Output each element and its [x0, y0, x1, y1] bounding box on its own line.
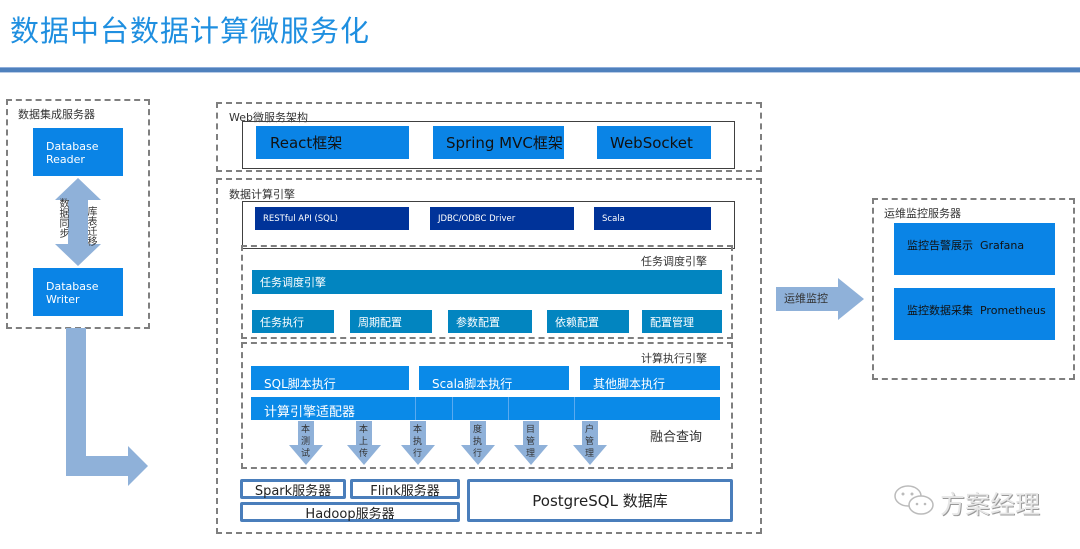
restful-api-box[interactable]: RESTful API (SQL) [255, 207, 409, 230]
grafana-box[interactable]: 监控告警展示 Grafana [894, 223, 1055, 275]
scala-script-box[interactable]: Scala脚本执行 [419, 366, 569, 390]
scheduler-bar-label: 任务调度引擎 [260, 276, 326, 289]
flink-server-label: Flink服务器 [370, 483, 440, 499]
adapter-divider [574, 397, 575, 420]
database-writer-label: Database Writer [46, 280, 99, 306]
integration-server-title: 数据集成服务器 [18, 108, 95, 121]
spark-server-label: Spark服务器 [254, 483, 332, 499]
scheduler-item-config-management[interactable]: 配置管理 [642, 310, 722, 333]
down-arrow: 户管理 [573, 421, 607, 465]
database-reader-label: Database Reader [46, 140, 99, 166]
database-reader-box[interactable]: Database Reader [33, 128, 123, 176]
scala-script-label: Scala脚本执行 [432, 377, 513, 390]
spring-mvc-label: Spring MVC框架 [446, 134, 563, 152]
migration-label: 库表迁移 [85, 206, 96, 246]
scala-api-label: Scala [602, 213, 625, 224]
down-arrow-label: 本测试 [301, 425, 311, 459]
down-arrow-label: 度执行 [473, 425, 483, 459]
down-arrow: 度执行 [461, 421, 495, 465]
down-arrow-label: 目管理 [526, 425, 536, 459]
compute-engine-title: 数据计算引擎 [229, 188, 295, 201]
ops-monitor-arrow-label: 运维监控 [784, 292, 828, 305]
react-box[interactable]: React框架 [256, 126, 409, 159]
jdbc-driver-box[interactable]: JDBC/ODBC Driver [430, 207, 574, 230]
scheduler-item-dependency-config[interactable]: 依赖配置 [547, 310, 629, 333]
restful-api-label: RESTful API (SQL) [263, 213, 338, 224]
adapter-divider [508, 397, 509, 420]
down-arrow-label: 本执行 [413, 425, 423, 459]
jdbc-driver-label: JDBC/ODBC Driver [438, 213, 516, 224]
adapter-divider [452, 397, 453, 420]
postgresql-db-label: PostgreSQL 数据库 [532, 492, 668, 510]
flink-server-box[interactable]: Flink服务器 [350, 479, 460, 499]
sql-script-box[interactable]: SQL脚本执行 [251, 366, 409, 390]
fusion-query-label: 融合查询 [650, 430, 703, 445]
down-arrow-label: 户管理 [585, 425, 595, 459]
grafana-label: 监控告警展示 Grafana [907, 239, 1025, 252]
down-arrow: 本执行 [401, 421, 435, 465]
react-label: React框架 [270, 134, 343, 152]
down-arrow: 目管理 [514, 421, 548, 465]
down-arrow: 本测试 [289, 421, 323, 465]
other-script-box[interactable]: 其他脚本执行 [580, 366, 720, 390]
sql-script-label: SQL脚本执行 [264, 377, 336, 390]
ops-server-title: 运维监控服务器 [884, 207, 961, 220]
title-divider [0, 67, 1080, 73]
executor-title: 计算执行引擎 [641, 352, 707, 365]
page-title: 数据中台数据计算微服务化 [10, 14, 371, 48]
spark-server-box[interactable]: Spark服务器 [240, 479, 346, 499]
flow-elbow-arrow [66, 328, 148, 486]
other-script-label: 其他脚本执行 [593, 377, 666, 390]
scala-api-box[interactable]: Scala [594, 207, 711, 230]
postgresql-db-box[interactable]: PostgreSQL 数据库 [467, 479, 733, 522]
scheduler-item-label: 依赖配置 [555, 315, 599, 329]
hadoop-server-label: Hadoop服务器 [305, 506, 395, 522]
scheduler-item-task-execute[interactable]: 任务执行 [252, 310, 334, 333]
engine-adapter-label: 计算引擎适配器 [264, 405, 356, 420]
wechat-icon [894, 485, 934, 515]
scheduler-bar[interactable]: 任务调度引擎 [252, 270, 722, 294]
flow-arrow-shape [66, 328, 148, 486]
prometheus-box[interactable]: 监控数据采集 Prometheus [894, 288, 1055, 340]
sync-label: 数据同步 [57, 198, 68, 238]
scheduler-item-label: 周期配置 [358, 315, 402, 329]
adapter-divider [415, 397, 416, 420]
engine-adapter-bar[interactable]: 计算引擎适配器 [251, 397, 720, 420]
scheduler-item-param-config[interactable]: 参数配置 [448, 310, 532, 333]
database-writer-box[interactable]: Database Writer [33, 268, 123, 316]
spring-mvc-box[interactable]: Spring MVC框架 [433, 126, 564, 159]
websocket-box[interactable]: WebSocket [597, 126, 711, 159]
scheduler-item-cycle-config[interactable]: 周期配置 [350, 310, 432, 333]
down-arrow-label: 本上传 [359, 425, 369, 459]
scheduler-item-label: 参数配置 [456, 315, 500, 329]
scheduler-title: 任务调度引擎 [641, 255, 707, 268]
scheduler-item-label: 任务执行 [260, 315, 304, 329]
down-arrow: 本上传 [347, 421, 381, 465]
watermark-text: 方案经理 [940, 490, 1041, 519]
websocket-label: WebSocket [610, 133, 693, 152]
scheduler-item-label: 配置管理 [650, 315, 694, 329]
prometheus-label: 监控数据采集 Prometheus [907, 304, 1046, 317]
hadoop-server-box[interactable]: Hadoop服务器 [240, 502, 460, 522]
